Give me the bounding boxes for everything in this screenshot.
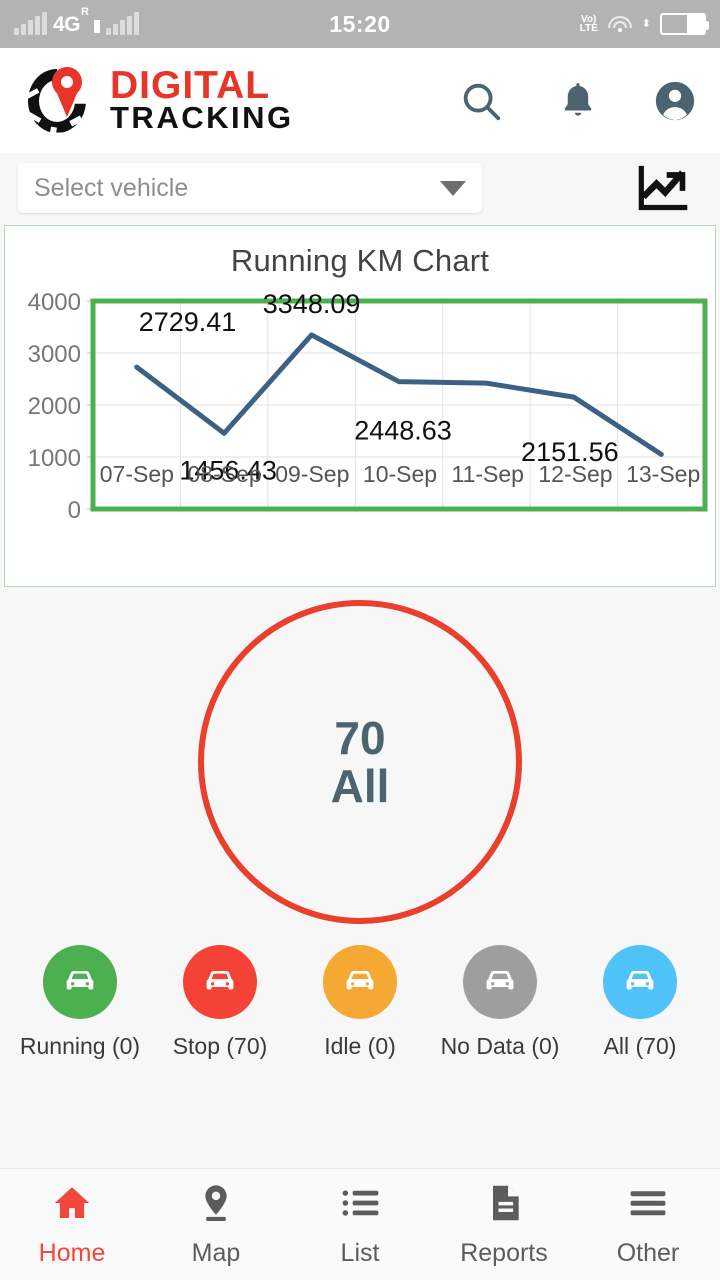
status-chip-label: Stop (70) [172, 1033, 268, 1059]
logo-speedometer-icon [25, 60, 100, 139]
x-tick-label: 12-Sep [538, 461, 613, 487]
status-chip-label: Idle (0) [324, 1033, 396, 1059]
status-chip-running[interactable]: Running (0) [10, 945, 150, 1060]
status-chip-label: Running (0) [19, 1033, 141, 1059]
x-tick-label: 07-Sep [99, 461, 174, 487]
nav-item-label: Home [38, 1239, 106, 1267]
list-icon [338, 1181, 382, 1230]
brand-line-2: TRACKING [110, 100, 294, 136]
y-tick-label: 0 [68, 497, 81, 519]
nav-item-reports[interactable]: Reports [432, 1181, 576, 1268]
y-tick-label: 1000 [28, 445, 81, 472]
car-icon [603, 945, 677, 1019]
car-icon [183, 945, 257, 1019]
brand-line-1: DIGITAL [110, 64, 271, 108]
car-icon [43, 945, 117, 1019]
document-icon [482, 1181, 526, 1230]
status-bar: 4GR 15:20 Vo) LTE ⬍ [0, 0, 720, 48]
app-header: DIGITAL TRACKING [0, 48, 720, 153]
x-tick-label: 11-Sep [451, 461, 524, 487]
nav-item-other[interactable]: Other [576, 1181, 720, 1268]
data-transfer-icon: ⬍ [641, 18, 651, 30]
home-icon [50, 1181, 94, 1230]
running-km-chart-card: Running KM Chart 4000 3000 2000 1000 0 2729.4… [4, 225, 716, 587]
car-icon [463, 945, 537, 1019]
nav-item-map[interactable]: Map [144, 1181, 288, 1268]
chart-data-label: 3348.09 [263, 289, 361, 319]
x-tick-label: 10-Sep [362, 461, 438, 487]
x-tick-label: 13-Sep [626, 461, 701, 487]
status-chip-row: Running (0) Stop (70) Idle (0) No Data (0) A… [0, 945, 720, 1060]
vehicle-select-value: Select vehicle [34, 173, 189, 202]
status-chip-label: All (70) [603, 1033, 677, 1059]
vehicle-summary-donut[interactable]: 70 All [0, 587, 720, 937]
nav-item-label: Map [191, 1239, 241, 1267]
search-icon[interactable] [458, 78, 504, 124]
y-tick-label: 3000 [28, 341, 81, 368]
donut-count: 70 [334, 711, 386, 764]
status-chip-no-data[interactable]: No Data (0) [430, 945, 570, 1060]
battery-icon [660, 13, 709, 35]
chart-data-label: 2729.41 [139, 307, 237, 337]
x-tick-label: 09-Sep [275, 461, 350, 487]
header-actions [458, 78, 698, 124]
toolbar: Select vehicle [0, 153, 720, 223]
car-icon [323, 945, 397, 1019]
nav-item-home[interactable]: Home [0, 1181, 144, 1268]
nav-item-label: Reports [460, 1239, 548, 1267]
account-icon[interactable] [652, 78, 698, 124]
volte-line2: LTE [579, 23, 598, 34]
brand-wordmark: DIGITAL TRACKING [110, 64, 294, 136]
bell-icon[interactable] [556, 79, 600, 123]
chart-x-axis-labels: 07-Sep 08-Sep 09-Sep 10-Sep 11-Sep 12-Sep 13-S… [93, 461, 707, 488]
donut-center-text: 70 All [198, 600, 522, 924]
hamburger-icon [626, 1181, 670, 1230]
chevron-down-icon [440, 180, 466, 196]
brand-logo: DIGITAL TRACKING [25, 60, 294, 139]
location-icon [194, 1181, 238, 1230]
y-tick-label: 4000 [28, 289, 81, 316]
status-chip-stop[interactable]: Stop (70) [150, 945, 290, 1060]
volte-icon: Vo) LTE [579, 15, 598, 34]
nav-item-label: Other [616, 1239, 680, 1267]
nav-item-list[interactable]: List [288, 1181, 432, 1268]
chart-data-label: 2448.63 [354, 416, 452, 446]
status-chip-idle[interactable]: Idle (0) [290, 945, 430, 1060]
donut-label: All [330, 760, 390, 812]
status-chip-label: No Data (0) [440, 1033, 560, 1059]
x-tick-label: 08-Sep [187, 461, 262, 487]
vehicle-select[interactable]: Select vehicle [18, 163, 482, 213]
nav-item-label: List [340, 1239, 380, 1267]
chart-title: Running KM Chart [230, 243, 490, 278]
status-chip-all[interactable]: All (70) [570, 945, 710, 1060]
status-bar-right: Vo) LTE ⬍ [579, 13, 709, 35]
bottom-navigation: Home Map List Reports Other [0, 1168, 720, 1280]
wifi-icon [607, 14, 633, 34]
chart-toggle-button[interactable] [636, 162, 690, 214]
y-tick-label: 2000 [28, 393, 81, 420]
